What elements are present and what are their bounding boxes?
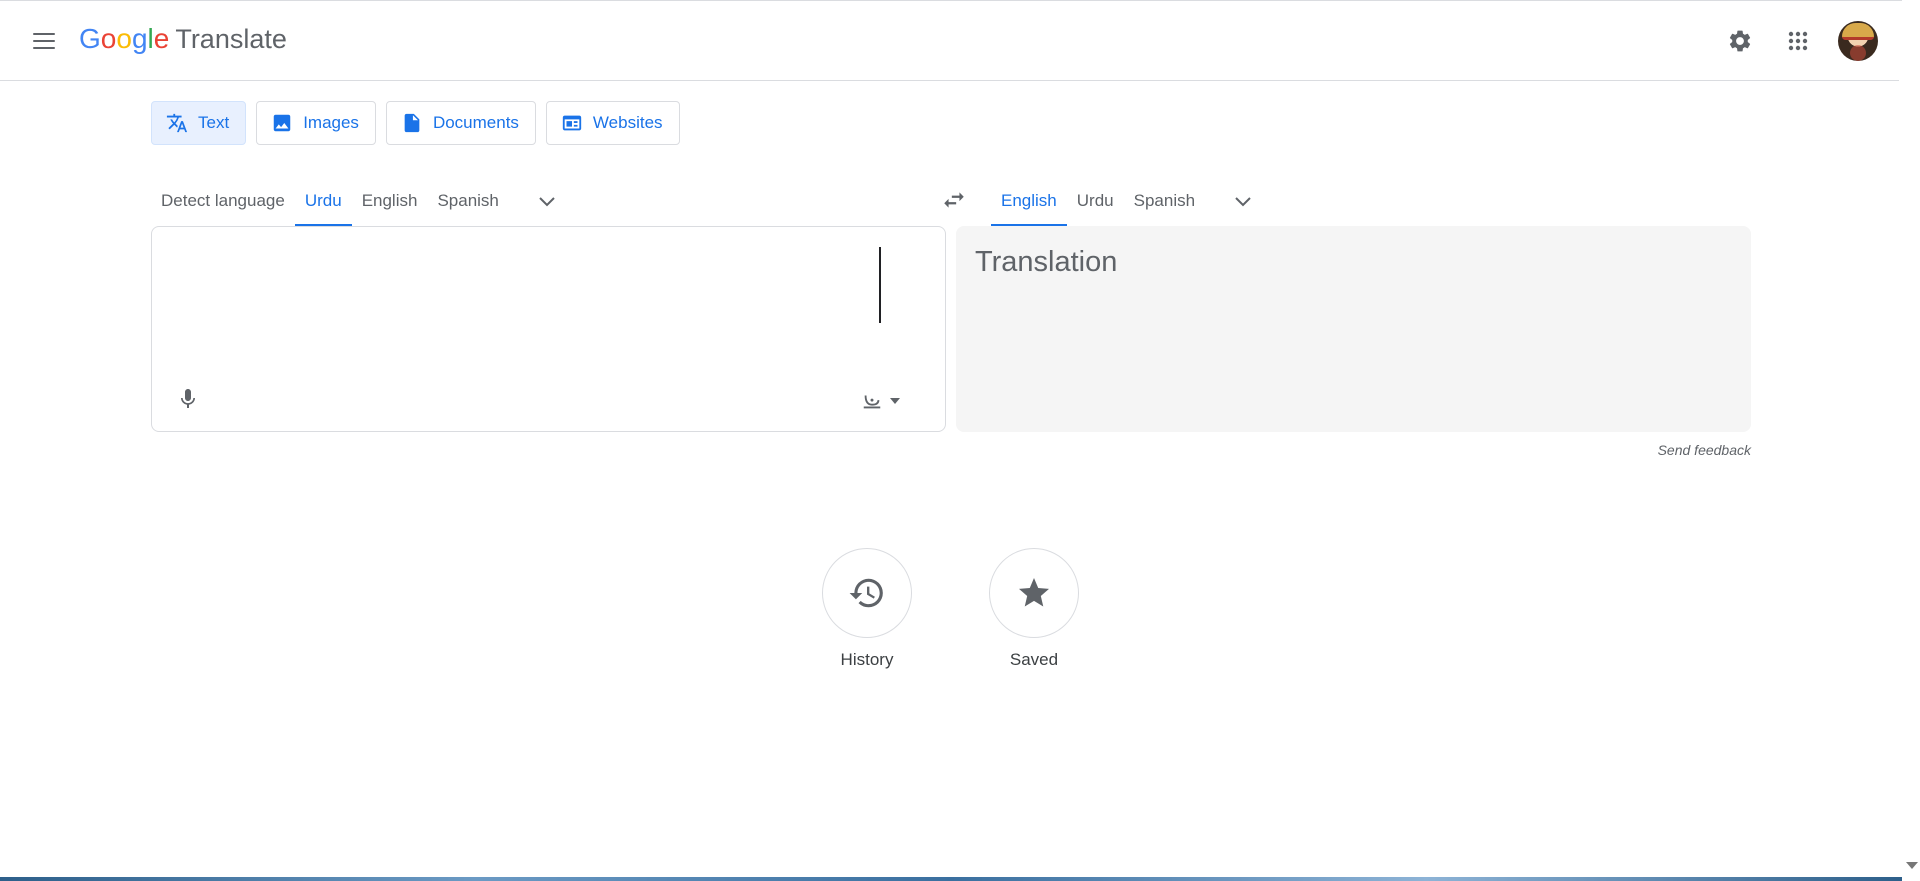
history-icon <box>849 578 883 608</box>
chevron-down-icon <box>539 197 555 207</box>
text-caret <box>879 247 881 323</box>
product-name: Translate <box>175 24 287 54</box>
settings-button[interactable] <box>1722 23 1758 59</box>
tab-images[interactable]: Images <box>256 101 376 145</box>
source-more-languages-button[interactable] <box>527 176 567 226</box>
source-language-bar: Detect language Urdu English Spanish <box>151 176 567 226</box>
app-header: Google Translate <box>0 1 1899 81</box>
dropdown-caret-icon <box>890 398 900 404</box>
desktop-background-strip <box>0 877 1902 881</box>
microphone-icon <box>181 389 195 408</box>
chevron-down-icon <box>1235 197 1251 207</box>
account-avatar[interactable] <box>1838 21 1878 61</box>
voice-input-button[interactable] <box>170 381 206 417</box>
mode-tabs: Text Images Documents Websites <box>151 101 680 145</box>
hamburger-menu-icon <box>33 33 55 35</box>
vertical-scrollbar[interactable] <box>1902 0 1920 881</box>
keyboard-input-tools-icon <box>863 395 881 409</box>
tab-images-label: Images <box>303 113 359 132</box>
swap-languages-button[interactable] <box>934 180 974 220</box>
google-wordmark: Google <box>79 23 170 54</box>
tab-websites[interactable]: Websites <box>545 101 680 145</box>
saved-circle <box>989 548 1079 638</box>
source-lang-urdu[interactable]: Urdu <box>294 176 352 226</box>
source-lang-spanish[interactable]: Spanish <box>427 176 508 226</box>
website-icon <box>562 115 582 131</box>
history-button[interactable]: History <box>822 548 912 670</box>
apps-grid-icon <box>1788 31 1808 51</box>
tab-text[interactable]: Text <box>151 101 247 145</box>
google-apps-button[interactable] <box>1780 23 1816 59</box>
target-language-bar: English Urdu Spanish <box>991 176 1263 226</box>
source-lang-english[interactable]: English <box>352 176 428 226</box>
history-label: History <box>840 650 894 669</box>
target-lang-spanish[interactable]: Spanish <box>1124 176 1205 226</box>
google-translate-logo[interactable]: Google Translate <box>79 23 287 55</box>
target-lang-urdu[interactable]: Urdu <box>1067 176 1124 226</box>
send-feedback-link[interactable]: Send feedback <box>1640 442 1751 458</box>
tab-documents-label: Documents <box>432 113 519 132</box>
gear-icon <box>1729 30 1751 52</box>
document-icon <box>404 113 420 133</box>
tab-documents[interactable]: Documents <box>385 101 536 145</box>
translate-icon <box>166 113 188 133</box>
saved-label: Saved <box>1009 650 1059 669</box>
star-icon <box>1019 578 1049 607</box>
translation-placeholder: Translation <box>975 246 1118 278</box>
tab-websites-label: Websites <box>592 113 663 132</box>
target-more-languages-button[interactable] <box>1223 176 1263 226</box>
saved-button[interactable]: Saved <box>989 548 1079 670</box>
target-lang-english[interactable]: English <box>991 176 1067 226</box>
image-icon <box>273 114 291 132</box>
input-tools-button[interactable] <box>861 385 921 417</box>
source-text-input[interactable] <box>172 243 936 367</box>
scroll-down-arrow-icon[interactable] <box>1906 862 1918 869</box>
tab-text-label: Text <box>198 113 230 132</box>
source-lang-detect[interactable]: Detect language <box>151 176 295 226</box>
swap-arrows-icon <box>944 192 964 208</box>
translation-output-panel: Translation <box>956 226 1751 432</box>
history-circle <box>822 548 912 638</box>
source-text-panel <box>151 226 946 432</box>
main-menu-button[interactable] <box>28 25 60 57</box>
